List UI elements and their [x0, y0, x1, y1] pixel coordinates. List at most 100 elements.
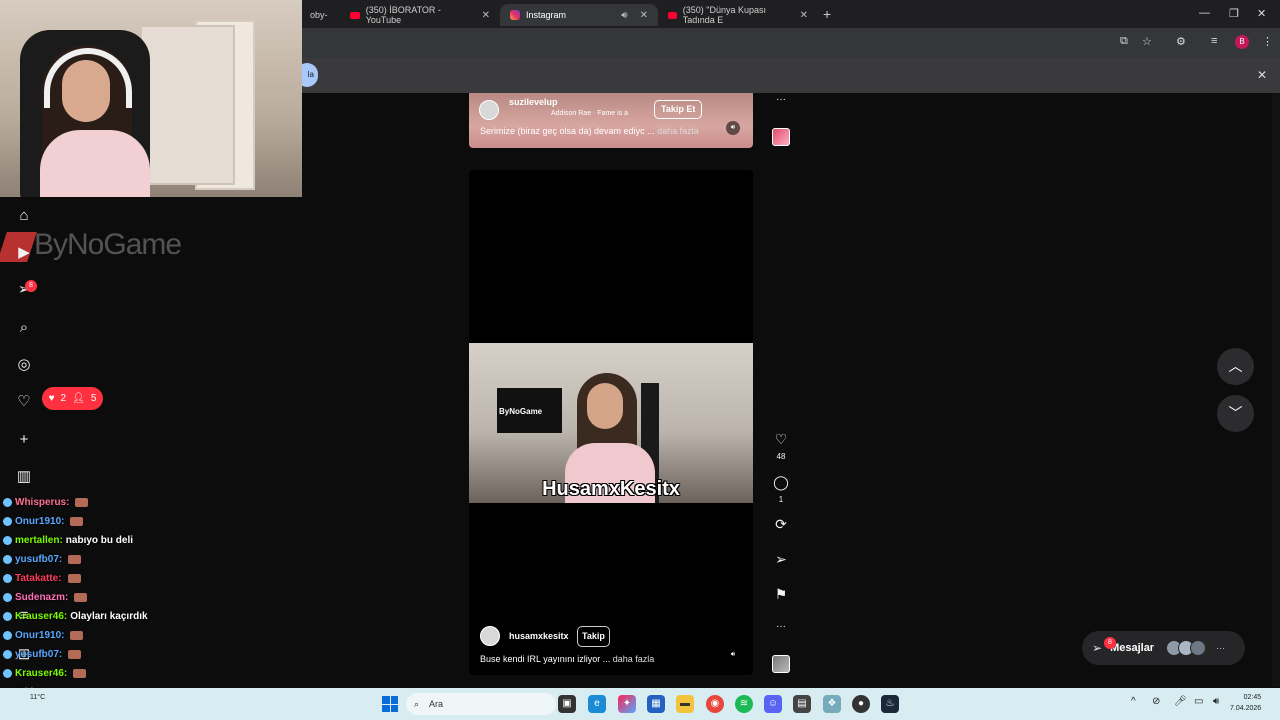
repost-icon[interactable]: ⟳ — [772, 516, 790, 533]
post-audio[interactable]: Addison Rae · Fame is a — [551, 110, 628, 117]
chat-line: Krauser46: Olayları kaçırdık — [3, 607, 303, 626]
clock-date: 7.04.2026 — [1230, 705, 1262, 712]
show-hidden-icons[interactable]: ^ — [1131, 696, 1136, 707]
task-view-icon[interactable]: ▣ — [558, 695, 576, 713]
comment-icon[interactable]: ◯ — [772, 474, 790, 491]
save-icon[interactable]: ⚑ — [772, 586, 790, 603]
tab-partial[interactable]: oby- — [300, 4, 340, 26]
tab-label: (350) "Dünya Kupası Tadında E — [682, 5, 767, 25]
direct-messages-icon: ➢ — [1092, 641, 1103, 655]
obs-icon[interactable]: ● — [852, 695, 870, 713]
bookmark-star-icon[interactable]: ☆ — [1142, 35, 1152, 48]
network-app-icon[interactable]: ❖ — [823, 695, 841, 713]
feed-post[interactable]: ByNoGame HusamxKesitx husamxkesitx Takip… — [469, 170, 753, 675]
emote-icon — [74, 593, 88, 602]
messages-label: Mesajlar — [1110, 642, 1155, 654]
more-link[interactable]: daha fazla — [657, 126, 699, 136]
audio-thumbnail[interactable] — [772, 128, 790, 146]
user-badge-icon — [3, 669, 12, 678]
close-icon[interactable]: ✕ — [800, 10, 808, 21]
infobar-close-icon[interactable]: ✕ — [1257, 68, 1267, 82]
chat-username: Onur1910: — [15, 630, 65, 641]
chat-username: Whisperus: — [15, 497, 70, 508]
close-icon[interactable]: ✕ — [482, 10, 490, 21]
speaker-icon[interactable]: 🔊︎ — [726, 648, 740, 662]
speaker-icon[interactable]: 🔊︎ — [621, 10, 627, 21]
follow-button[interactable]: Takip Et — [654, 100, 703, 119]
post-caption: Buse kendi IRL yayınını izliyor ... daha… — [480, 654, 654, 664]
media-controls-icon[interactable]: ≡ — [1211, 35, 1217, 47]
tab-youtube-dunya-kupasi[interactable]: (350) "Dünya Kupası Tadında E ✕ — [658, 4, 818, 26]
taskbar-search[interactable]: ⌕ Ara — [406, 693, 556, 715]
tab-label: oby- — [310, 10, 328, 20]
chat-username: yusufb07: — [15, 554, 63, 565]
extensions-icon[interactable]: ⚙ — [1176, 35, 1186, 48]
activity-pill[interactable]: ♥ 2 👤︎ 5 — [42, 387, 103, 410]
edge-icon[interactable]: e — [588, 695, 606, 713]
avatar[interactable] — [479, 100, 499, 120]
user-badge-icon — [3, 650, 12, 659]
install-app-icon[interactable]: ⧉ — [1120, 35, 1128, 48]
minimize-button[interactable]: — — [1199, 7, 1210, 19]
reels-icon[interactable]: ▶ — [15, 244, 33, 262]
dashboard-icon[interactable]: ▥ — [15, 468, 33, 486]
like-icon[interactable]: ♡ — [772, 431, 790, 448]
tab-instagram[interactable]: Instagram 🔊︎ ✕ — [500, 4, 658, 26]
user-badge-icon — [3, 574, 12, 583]
chat-username: mertallen: — [15, 535, 63, 546]
feed-post[interactable]: suzilevelup Addison Rae · Fame is a Taki… — [469, 93, 753, 148]
create-icon[interactable]: + — [15, 431, 33, 449]
avatar[interactable] — [480, 626, 500, 646]
spotify-icon[interactable]: ≋ — [735, 695, 753, 713]
more-options-icon[interactable]: ··· — [772, 621, 790, 632]
background-door — [140, 25, 235, 185]
person-icon: 👤︎ — [72, 393, 85, 404]
file-explorer-icon[interactable]: ▬ — [676, 695, 694, 713]
share-icon[interactable]: ➢ — [772, 551, 790, 568]
start-button[interactable] — [382, 696, 398, 712]
discord-icon[interactable]: ☺ — [764, 695, 782, 713]
steam-icon[interactable]: ♨ — [881, 695, 899, 713]
window-close-button[interactable]: ✕ — [1257, 7, 1266, 20]
comment-count: 1 — [778, 495, 784, 504]
volume-icon[interactable]: 🔊︎ — [1213, 696, 1219, 707]
like-count: 48 — [776, 452, 786, 461]
microphone-icon[interactable]: 🎤︎ — [1174, 696, 1187, 707]
speaker-icon[interactable]: 🔊︎ — [726, 121, 740, 135]
weather-widget[interactable]: 11°C — [30, 694, 45, 701]
more-link[interactable]: daha fazla — [613, 654, 655, 664]
display-icon[interactable]: ▭ — [1194, 696, 1203, 707]
tab-youtube-iborator[interactable]: (350) İBORATOR - YouTube ✕ — [340, 4, 500, 26]
caption-text: Serimize (biraz geç olsa da) devam ediyc… — [480, 126, 655, 136]
post-username[interactable]: husamxkesitx — [509, 631, 569, 641]
profile-avatar[interactable]: B — [1235, 35, 1249, 49]
heart-icon[interactable]: ♡ — [15, 393, 33, 411]
explore-icon[interactable]: ◎ — [15, 356, 33, 374]
page-scrollbar[interactable] — [1272, 93, 1280, 687]
emote-icon — [68, 555, 82, 564]
restore-button[interactable]: ❐ — [1229, 7, 1239, 20]
new-tab-button[interactable]: + — [823, 6, 831, 22]
store-icon[interactable]: ▦ — [647, 695, 665, 713]
webcam-overlay — [0, 0, 302, 197]
user-badge-icon — [3, 498, 12, 507]
home-icon[interactable]: ⌂ — [15, 207, 33, 225]
copilot-icon[interactable]: ✦ — [618, 695, 636, 713]
chrome-icon[interactable]: ◉ — [706, 695, 724, 713]
browser-menu-icon[interactable]: ⋮ — [1262, 35, 1273, 48]
network-off-icon[interactable]: ⊘ — [1152, 696, 1160, 707]
close-icon[interactable]: ✕ — [640, 10, 648, 21]
media-app-icon[interactable]: ▤ — [793, 695, 811, 713]
chat-line: yusufb07: — [3, 550, 303, 569]
taskbar-clock[interactable]: 02:45 7.04.2026 — [1230, 692, 1261, 714]
previous-post-button[interactable]: ︿ — [1217, 348, 1254, 385]
audio-thumbnail[interactable] — [772, 655, 790, 673]
search-icon[interactable]: ⌕ — [15, 319, 33, 337]
messages-pill[interactable]: ➢ 8 Mesajlar ··· — [1082, 631, 1245, 665]
next-post-button[interactable]: ﹀ — [1217, 395, 1254, 432]
chat-line: yusufb07: — [3, 645, 303, 664]
follow-button[interactable]: Takip — [577, 626, 610, 647]
video-player[interactable]: ByNoGame HusamxKesitx — [469, 343, 753, 503]
post-username[interactable]: suzilevelup — [509, 97, 558, 107]
more-options-icon[interactable]: ··· — [772, 94, 790, 105]
